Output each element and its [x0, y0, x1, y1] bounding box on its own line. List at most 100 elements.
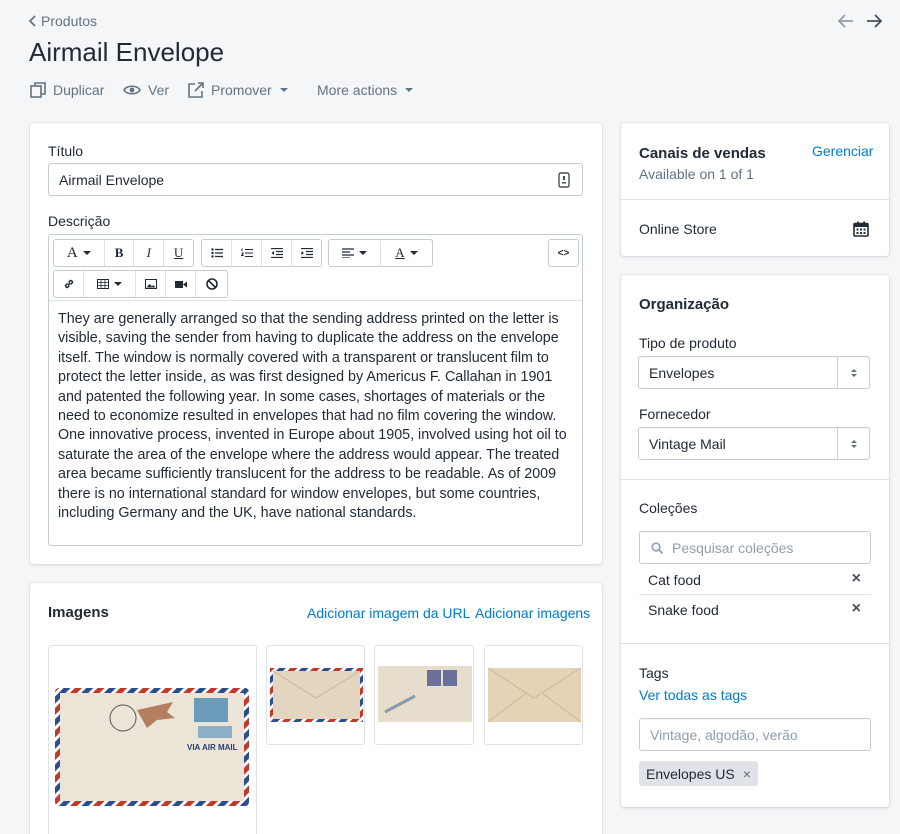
insert-table-button[interactable] — [84, 271, 136, 297]
italic-button[interactable]: I — [134, 240, 165, 266]
chevron-down-icon — [114, 282, 122, 286]
manage-channels-link[interactable]: Gerenciar — [812, 143, 873, 159]
breadcrumb-label: Produtos — [41, 13, 98, 29]
add-images-link[interactable]: Adicionar imagens — [475, 605, 590, 621]
underline-button[interactable]: U — [164, 240, 193, 266]
duplicate-button[interactable]: Duplicar — [30, 81, 104, 99]
title-field-value: Airmail Envelope — [59, 171, 165, 188]
bullet-list-button[interactable] — [202, 240, 232, 266]
organization-title: Organização — [639, 296, 730, 313]
chevron-left-icon — [28, 15, 36, 27]
view-label: Ver — [148, 82, 170, 98]
collections-label: Coleções — [639, 500, 698, 516]
list-group — [201, 239, 322, 267]
numbered-list-button[interactable] — [232, 240, 262, 266]
view-all-tags-link[interactable]: Ver todas as tags — [639, 687, 747, 703]
prev-product-button[interactable] — [836, 12, 856, 30]
insert-group — [53, 270, 228, 298]
indent-button[interactable] — [292, 240, 321, 266]
align-button[interactable] — [329, 240, 381, 266]
more-actions-button[interactable]: More actions — [317, 81, 414, 99]
next-product-button[interactable] — [864, 12, 884, 30]
remove-tag-button[interactable]: × — [743, 766, 751, 782]
list-item: Cat food × — [639, 565, 871, 595]
link-icon — [64, 279, 73, 289]
select-stepper — [837, 428, 869, 459]
envelope-back-image — [270, 668, 363, 722]
promote-button[interactable]: Promover — [188, 81, 288, 99]
divider — [621, 643, 889, 644]
product-type-select[interactable]: Envelopes — [638, 356, 870, 389]
product-type-value: Envelopes — [649, 364, 715, 381]
insert-video-button[interactable] — [166, 271, 196, 297]
editor-toolbar: A B I U A <> — [49, 235, 582, 301]
select-stepper — [837, 357, 869, 388]
autofill-icon — [558, 172, 570, 188]
vendor-select[interactable]: Vintage Mail — [638, 427, 870, 460]
channel-name: Online Store — [639, 221, 717, 237]
more-actions-label: More actions — [317, 82, 398, 98]
description-text[interactable]: They are generally arranged so that the … — [58, 310, 576, 523]
collection-list: Cat food × Snake food × — [639, 565, 871, 625]
description-editor: A B I U A <> They are generally arranged… — [48, 234, 583, 546]
arrow-right-icon — [867, 14, 883, 28]
chevron-down-icon — [409, 251, 418, 255]
text-color-button[interactable]: A — [381, 240, 432, 266]
outdent-icon — [270, 248, 283, 258]
tags-label: Tags — [639, 665, 669, 681]
remove-collection-button[interactable]: × — [852, 600, 861, 618]
product-image-thumbnail[interactable] — [374, 645, 474, 745]
outdent-button[interactable] — [262, 240, 292, 266]
format-group: A B I U — [53, 239, 194, 267]
indent-icon — [300, 248, 313, 258]
envelope-stamps-image — [378, 666, 472, 722]
text-color-label: A — [395, 245, 405, 260]
eye-icon — [123, 85, 141, 95]
chevron-down-icon — [405, 88, 414, 92]
font-style-button[interactable]: A — [54, 240, 105, 266]
promote-label: Promover — [211, 82, 272, 98]
envelope-plain-image — [487, 667, 582, 723]
product-details-card: Título Airmail Envelope Descrição A B I … — [30, 123, 602, 564]
chevron-down-icon — [82, 251, 91, 255]
chevron-down-icon — [359, 251, 367, 255]
breadcrumb[interactable]: Produtos — [28, 13, 97, 29]
search-icon — [651, 542, 663, 554]
collections-search-placeholder: Pesquisar coleções — [672, 539, 794, 556]
image-icon — [144, 279, 157, 289]
insert-image-button[interactable] — [136, 271, 166, 297]
sales-channels-title: Canais de vendas — [639, 145, 766, 162]
collection-name: Cat food — [648, 571, 701, 588]
airmail-stamp-text: VIA AIR MAIL — [187, 743, 238, 752]
show-html-button[interactable]: <> — [549, 240, 578, 266]
page-title: Airmail Envelope — [29, 37, 225, 67]
product-image-thumbnail[interactable] — [266, 645, 365, 745]
collection-name: Snake food — [648, 602, 719, 618]
vendor-label: Fornecedor — [639, 406, 711, 422]
product-image-thumbnail[interactable] — [484, 645, 583, 745]
images-title: Imagens — [48, 604, 109, 621]
divider — [621, 199, 889, 200]
availability-text: Available on 1 of 1 — [639, 166, 754, 182]
font-style-label: A — [66, 244, 78, 261]
clear-formatting-icon — [205, 278, 218, 290]
select-arrows-icon — [850, 439, 857, 448]
title-field[interactable]: Airmail Envelope — [48, 163, 583, 196]
chevron-down-icon — [279, 88, 288, 92]
divider — [621, 479, 889, 480]
view-button[interactable]: Ver — [123, 81, 169, 99]
airmail-envelope-image: VIA AIR MAIL — [55, 688, 249, 806]
bold-button[interactable]: B — [105, 240, 135, 266]
calendar-icon[interactable] — [853, 221, 869, 237]
insert-link-button[interactable] — [54, 271, 84, 297]
remove-collection-button[interactable]: × — [852, 570, 861, 588]
tags-placeholder: Vintage, algodão, verão — [650, 726, 798, 743]
images-card: Imagens Adicionar imagem da URL Adiciona… — [30, 583, 602, 834]
tags-input[interactable]: Vintage, algodão, verão — [639, 718, 871, 751]
clear-formatting-button[interactable] — [196, 271, 227, 297]
collections-search-input[interactable]: Pesquisar coleções — [639, 531, 871, 564]
table-icon — [97, 279, 109, 289]
add-image-url-link[interactable]: Adicionar imagem da URL — [307, 605, 470, 621]
product-image-main[interactable]: VIA AIR MAIL — [48, 645, 257, 834]
duplicate-label: Duplicar — [53, 82, 105, 98]
